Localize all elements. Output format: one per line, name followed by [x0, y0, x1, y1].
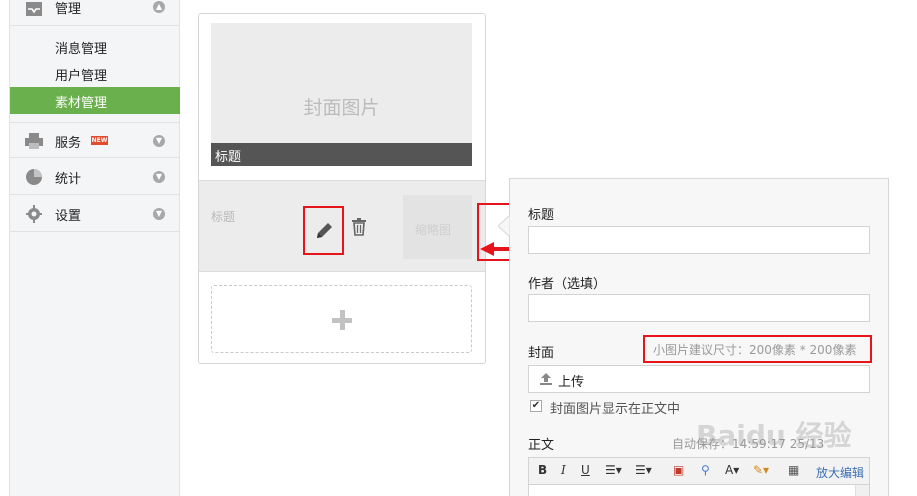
bold-button[interactable]: B — [538, 463, 547, 477]
editor-body[interactable] — [528, 485, 870, 496]
sidebar: 管理 ▲ 消息管理 用户管理 素材管理 服务 NEW ▼ 统计 ▼ 设置 ▼ — [9, 0, 180, 496]
upload-button[interactable]: 上传 — [528, 365, 870, 393]
sidebar-group-settings[interactable]: 设置 ▼ — [10, 196, 180, 232]
article-list-panel: 封面图片 标题 标题 缩略图 — [198, 13, 486, 364]
sidebar-group-service[interactable]: 服务 NEW ▼ — [10, 122, 180, 158]
font-color-icon[interactable]: A▾ — [725, 463, 739, 477]
plus-icon-vertical — [340, 310, 345, 330]
chevron-up-icon[interactable]: ▲ — [153, 1, 165, 13]
sidebar-item-label: 消息管理 — [55, 42, 108, 57]
editor-scrollbar[interactable] — [855, 485, 869, 496]
sidebar-group-label: 统计 — [55, 172, 82, 187]
unordered-list-icon[interactable]: ☰▾ — [635, 463, 652, 477]
cover-size-hint: 小图片建议尺寸：200像素 * 200像素 — [643, 335, 872, 363]
show-cover-checkbox[interactable]: ✔ — [530, 400, 542, 412]
pencil-icon — [317, 223, 332, 238]
printer-icon — [25, 133, 43, 149]
sidebar-item-label: 素材管理 — [55, 96, 108, 111]
item-title: 标题 — [211, 210, 236, 224]
cover-placeholder: 封面图片 — [303, 97, 380, 119]
inbox-icon — [26, 2, 42, 16]
sidebar-group-manage[interactable]: 管理 ▲ — [10, 0, 180, 26]
upload-label: 上传 — [558, 375, 585, 390]
zoom-edit-link[interactable]: 放大编辑 — [816, 464, 864, 481]
add-article-button[interactable] — [211, 285, 472, 353]
sidebar-item-messages[interactable]: 消息管理 — [10, 33, 180, 60]
chevron-down-icon[interactable]: ▼ — [153, 208, 165, 220]
link-icon[interactable]: ⚲ — [701, 463, 710, 477]
new-badge: NEW — [91, 136, 108, 145]
watermark: Baidu 经验 — [696, 419, 852, 452]
editor-toolbar: B I U ☰▾ ☰▾ ▣ ⚲ A▾ ✎▾ ▦ 放大编辑 — [528, 457, 870, 485]
cover-title-bar: 标题 — [211, 143, 472, 166]
title-label: 标题 — [528, 208, 555, 223]
gear-icon — [26, 205, 42, 223]
sidebar-item-label: 用户管理 — [55, 69, 108, 84]
item-thumbnail: 缩略图 — [403, 195, 472, 259]
sidebar-group-stats[interactable]: 统计 ▼ — [10, 159, 180, 195]
panel-pointer-icon — [498, 215, 510, 237]
edit-button[interactable] — [303, 206, 344, 255]
trash-icon[interactable] — [351, 218, 367, 236]
upload-icon — [540, 373, 552, 385]
sidebar-item-materials[interactable]: 素材管理 — [10, 87, 180, 114]
cover-label: 封面 — [528, 346, 555, 361]
sidebar-group-label: 设置 — [55, 209, 82, 224]
body-label: 正文 — [528, 438, 555, 453]
media-icon[interactable]: ▦ — [788, 463, 799, 477]
author-input[interactable] — [528, 294, 870, 322]
title-input[interactable] — [528, 226, 870, 254]
cover-article[interactable]: 封面图片 标题 — [211, 23, 472, 166]
article-list-item[interactable]: 标题 缩略图 — [199, 180, 485, 272]
chevron-down-icon[interactable]: ▼ — [153, 171, 165, 183]
italic-button[interactable]: I — [561, 463, 566, 477]
underline-button[interactable]: U — [581, 463, 590, 477]
image-icon[interactable]: ▣ — [673, 463, 684, 477]
show-cover-label: 封面图片显示在正文中 — [550, 402, 681, 417]
thumbnail-placeholder: 缩略图 — [415, 223, 452, 237]
ordered-list-icon[interactable]: ☰▾ — [605, 463, 622, 477]
author-label: 作者（选填） — [528, 277, 607, 292]
sidebar-group-label: 服务 — [55, 136, 82, 151]
sidebar-item-users[interactable]: 用户管理 — [10, 60, 180, 87]
highlight-icon[interactable]: ✎▾ — [753, 463, 769, 477]
pie-chart-icon — [26, 169, 42, 185]
chevron-down-icon[interactable]: ▼ — [153, 135, 165, 147]
sidebar-group-label: 管理 — [55, 2, 82, 17]
